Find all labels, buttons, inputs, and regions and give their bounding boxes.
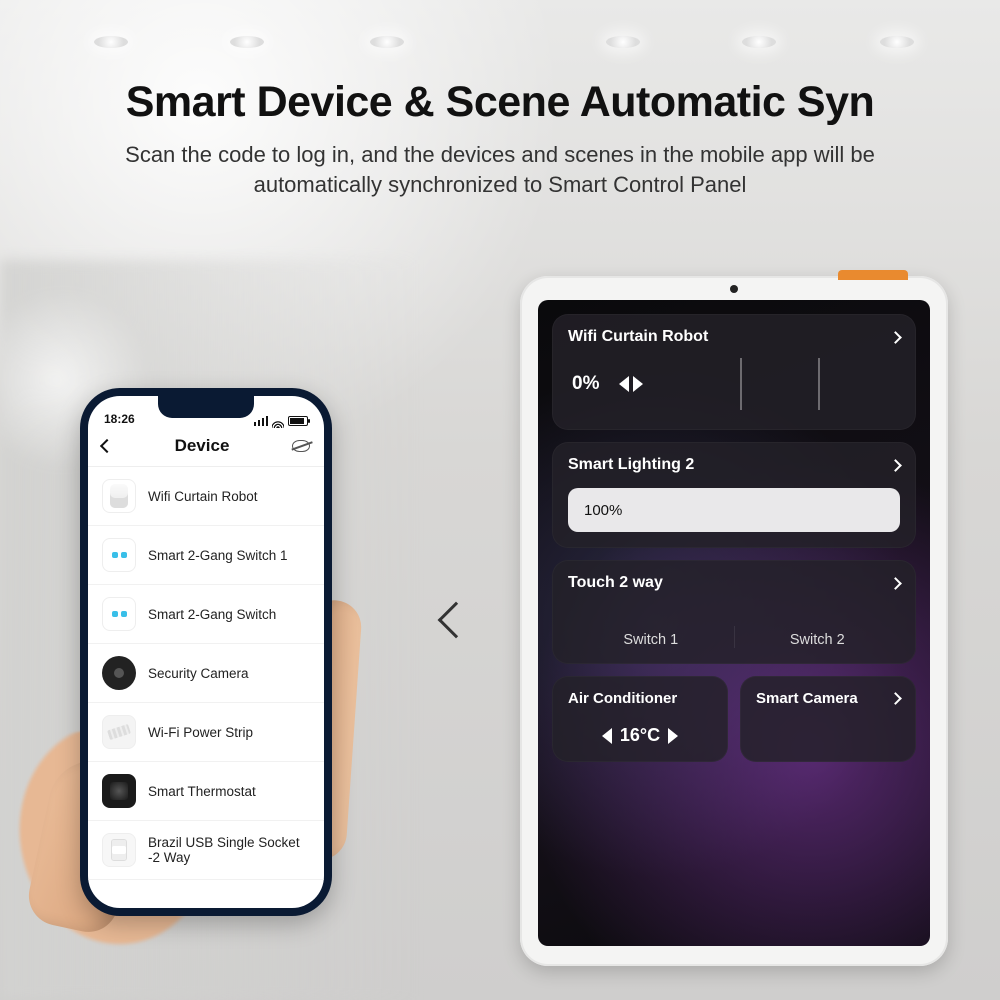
chevron-right-icon[interactable] [889, 692, 902, 705]
device-name: Wi-Fi Power Strip [148, 725, 253, 740]
thermo-icon [102, 774, 136, 808]
marketing-scene: Smart Device & Scene Automatic Syn Scan … [0, 0, 1000, 1000]
back-icon[interactable] [100, 439, 114, 453]
device-row[interactable]: Smart 2-Gang Switch [88, 585, 324, 644]
device-row[interactable]: Brazil USB Single Socket -2 Way [88, 821, 324, 880]
strip-icon [102, 715, 136, 749]
temp-up-icon[interactable] [668, 728, 678, 744]
camera-icon [102, 656, 136, 690]
card-camera[interactable]: Smart Camera [740, 676, 916, 762]
card-title: Wifi Curtain Robot [568, 328, 708, 346]
switch-icon [102, 597, 136, 631]
switch-2[interactable]: Switch 2 [734, 626, 901, 648]
phone-screen: 18:26 Device Wifi Curtain Robot Smart 2-G… [88, 396, 324, 908]
panel-screen: Wifi Curtain Robot 0% Smart Lighting 2 [538, 300, 930, 946]
phone-frame: 18:26 Device Wifi Curtain Robot Smart 2-G… [80, 388, 332, 916]
device-name: Smart 2-Gang Switch [148, 607, 276, 622]
device-name: Security Camera [148, 666, 249, 681]
brightness-slider[interactable]: 100% [568, 488, 900, 532]
device-row[interactable]: Wi-Fi Power Strip [88, 703, 324, 762]
device-list[interactable]: Wifi Curtain Robot Smart 2-Gang Switch 1 S… [88, 467, 324, 908]
chevron-right-icon[interactable] [889, 459, 902, 472]
status-time: 18:26 [104, 412, 135, 426]
temp-down-icon[interactable] [602, 728, 612, 744]
battery-icon [288, 416, 308, 426]
device-row[interactable]: Smart 2-Gang Switch 1 [88, 526, 324, 585]
chevron-left-icon [438, 602, 475, 639]
curtainrobot-icon [102, 479, 136, 513]
device-name: Brazil USB Single Socket -2 Way [148, 835, 310, 865]
device-name: Smart Thermostat [148, 784, 256, 799]
curtain-percent: 0% [572, 373, 599, 395]
phone-header: Device [88, 428, 324, 467]
card-ac[interactable]: Air Conditioner 16°C [552, 676, 728, 762]
phone-title: Device [175, 436, 230, 456]
card-title: Touch 2 way [568, 574, 663, 592]
switch-icon [102, 538, 136, 572]
arrow-right-icon[interactable] [633, 376, 643, 392]
chevron-right-icon[interactable] [889, 331, 902, 344]
curtain-controls[interactable] [619, 376, 643, 392]
sync-arrow [426, 570, 486, 670]
card-title: Smart Lighting 2 [568, 456, 694, 474]
device-row[interactable]: Smart Thermostat [88, 762, 324, 821]
card-title: Smart Camera [756, 690, 858, 707]
curtain-track[interactable] [663, 358, 896, 410]
signal-icon [254, 416, 268, 426]
subheadline: Scan the code to log in, and the devices… [70, 140, 930, 199]
phone-notch [158, 396, 254, 418]
card-touch-switch[interactable]: Touch 2 way Switch 1 Switch 2 [552, 560, 916, 664]
arrow-left-icon[interactable] [619, 376, 629, 392]
wifi-icon [272, 416, 284, 426]
device-name: Smart 2-Gang Switch 1 [148, 548, 288, 563]
socket-icon [102, 833, 136, 867]
switch-1[interactable]: Switch 1 [568, 626, 734, 648]
brightness-value: 100% [568, 488, 900, 532]
card-curtain[interactable]: Wifi Curtain Robot 0% [552, 314, 916, 430]
card-title: Air Conditioner [568, 690, 677, 707]
card-lighting[interactable]: Smart Lighting 2 100% [552, 442, 916, 548]
chevron-right-icon[interactable] [889, 577, 902, 590]
wall-panel: Wifi Curtain Robot 0% Smart Lighting 2 [520, 276, 948, 966]
panel-camera-dot [730, 285, 738, 293]
device-name: Wifi Curtain Robot [148, 489, 258, 504]
device-row[interactable]: Security Camera [88, 644, 324, 703]
visibility-off-icon[interactable] [292, 440, 310, 452]
device-row[interactable]: Wifi Curtain Robot [88, 467, 324, 526]
ac-temp-value: 16°C [620, 725, 660, 746]
headline: Smart Device & Scene Automatic Syn [0, 78, 1000, 127]
